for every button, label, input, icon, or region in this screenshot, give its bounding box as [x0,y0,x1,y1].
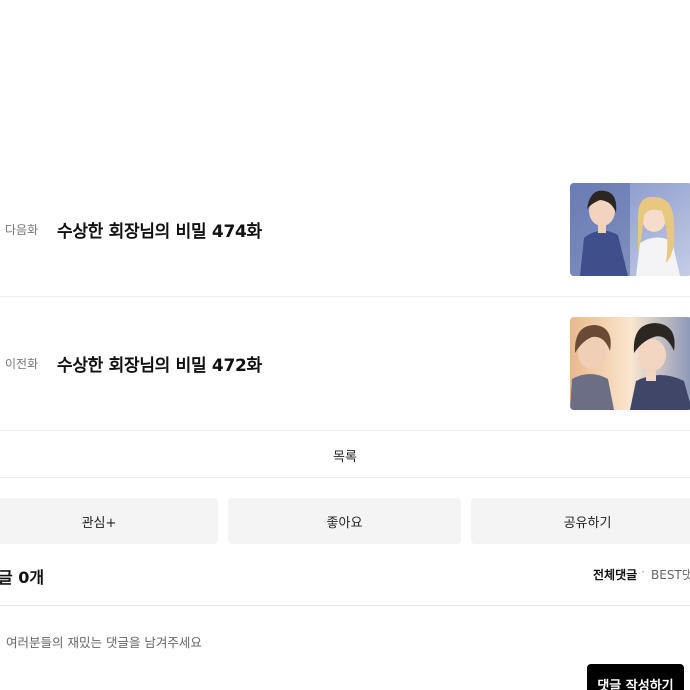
like-button[interactable]: 좋아요 [228,498,461,544]
top-blank-area [0,0,690,163]
next-episode-tag: 다음화 [5,223,39,237]
share-button[interactable]: 공유하기 [471,498,690,544]
previous-episode-tag: 이전화 [5,357,39,371]
previous-episode-thumbnail[interactable] [570,317,690,410]
previous-episode-row[interactable]: 이전화 수상한 회장님의 비밀 472화 [0,297,690,431]
next-episode-row[interactable]: 다음화 수상한 회장님의 비밀 474화 [0,163,690,297]
episode-list-label: 목록 [333,450,357,465]
next-episode-thumbnail[interactable] [570,183,690,276]
write-comment-button[interactable]: 댓글 작성하기 [587,664,684,690]
interest-button[interactable]: 관심+ [0,498,218,544]
comment-input[interactable]: 여러분들의 재밌는 댓글을 남겨주세요 [6,632,202,651]
previous-episode-title[interactable]: 수상한 회장님의 비밀 472화 [57,351,262,376]
comment-count: 글 0개 [0,568,45,587]
sort-all-comments-tab[interactable]: 전체댓글 [593,566,637,583]
comments-header: 글 0개 전체댓글 · BEST댓 [0,562,690,606]
sort-separator: · [641,565,645,579]
sort-best-comments-tab[interactable]: BEST댓 [651,566,690,583]
episode-list-button[interactable]: 목록 [0,431,690,478]
next-episode-title[interactable]: 수상한 회장님의 비밀 474화 [57,217,262,242]
